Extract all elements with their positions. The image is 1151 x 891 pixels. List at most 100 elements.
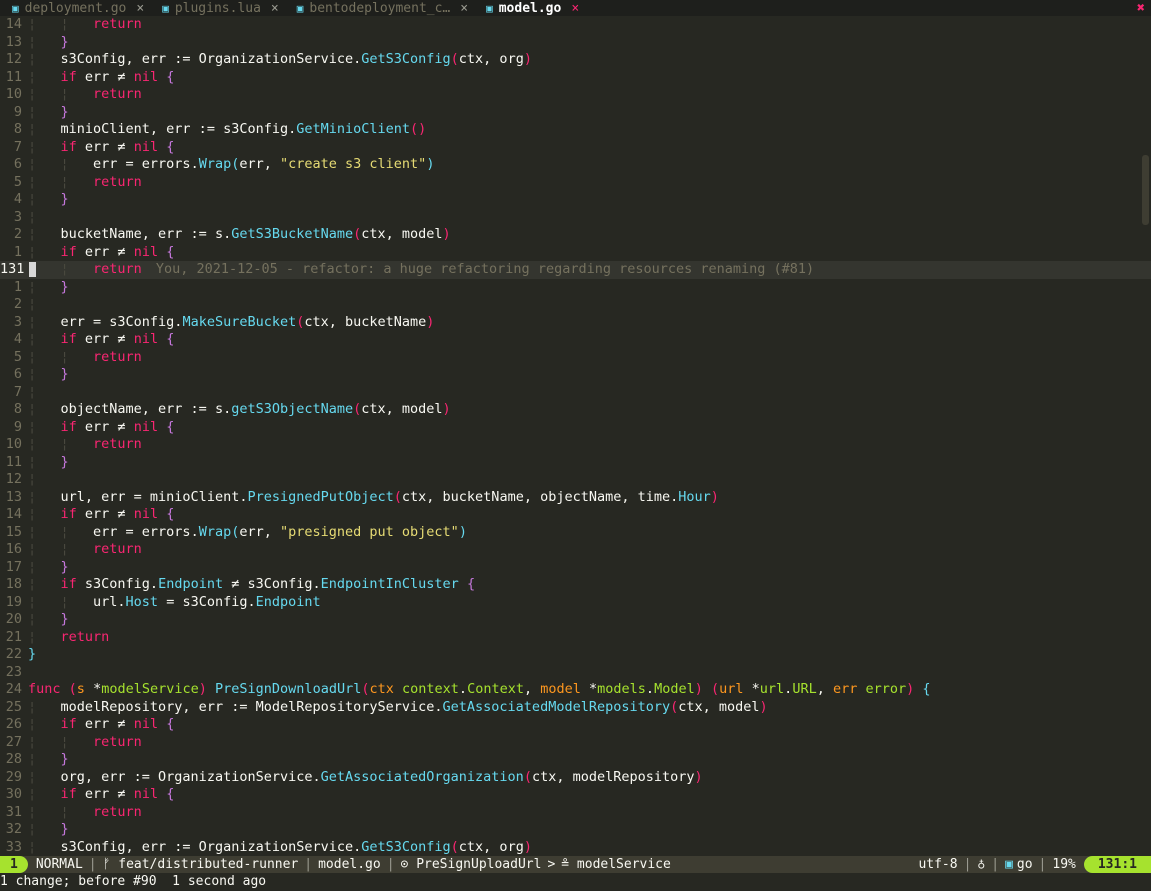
code-line[interactable]: 14 ¦ if err ≠ nil { [0, 506, 1151, 524]
code-token: ) [426, 156, 435, 172]
code-line[interactable]: 2 ¦ [0, 296, 1151, 314]
text-cursor [29, 262, 36, 277]
code-token: } [60, 33, 69, 50]
code-line[interactable]: 1 ¦ } [0, 279, 1151, 297]
code-line[interactable]: 6 ¦ } [0, 366, 1151, 384]
code-line[interactable]: 18 ¦ if s3Config.Endpoint ≠ s3Config.Endp… [0, 576, 1151, 594]
status-separator: | [88, 857, 97, 872]
code-token: ¦ [28, 226, 61, 242]
code-line[interactable]: 7 ¦ [0, 384, 1151, 402]
code-line[interactable]: 131 ¦ ¦ return You, 2021-12-05 - refactor:… [0, 261, 1151, 279]
tab-close-icon[interactable]: × [571, 1, 579, 16]
code-line[interactable]: 24 func (s *modelService) PreSignDownload… [0, 681, 1151, 699]
code-token: err ≠ [76, 506, 134, 522]
code-line[interactable]: 1 ¦ if err ≠ nil { [0, 244, 1151, 262]
code-line[interactable]: 30 ¦ if err ≠ nil { [0, 786, 1151, 804]
status-filename: model.go [318, 857, 381, 872]
line-number: 131 [0, 261, 25, 277]
code-line[interactable]: 19 ¦ ¦ url.Host = s3Config.Endpoint [0, 594, 1151, 612]
code-token: ¦ [28, 418, 61, 435]
code-line[interactable]: 3 ¦ err = s3Config.MakeSureBucket(ctx, bu… [0, 314, 1151, 332]
code-line[interactable]: 8 ¦ objectName, err := s.getS3ObjectName(… [0, 401, 1151, 419]
tab-1[interactable]: ▣ plugins.lua × [150, 0, 285, 16]
scrollbar-thumb[interactable] [1142, 155, 1149, 225]
code-token: return [93, 348, 142, 365]
code-line[interactable]: 29 ¦ org, err := OrganizationService.GetA… [0, 769, 1151, 787]
line-number: 31 [5, 803, 22, 820]
code-line[interactable]: 32 ¦ } [0, 821, 1151, 839]
code-line[interactable]: 14 ¦ ¦ return [0, 16, 1151, 34]
code-token: bucketName, err := s. [60, 226, 232, 242]
line-number: 25 [5, 698, 22, 715]
tab-label: bentodeployment_c… [309, 0, 451, 16]
code-token: ¦ [28, 313, 61, 330]
code-line[interactable]: 5 ¦ ¦ return [0, 174, 1151, 192]
code-line[interactable]: 10 ¦ ¦ return [0, 436, 1151, 454]
code-token: func [28, 681, 61, 697]
code-line[interactable]: 16 ¦ ¦ return [0, 541, 1151, 559]
code-line[interactable]: 31 ¦ ¦ return [0, 804, 1151, 822]
code-line[interactable]: 11 ¦ } [0, 454, 1151, 472]
file-type-icon: ▣ [12, 1, 19, 15]
line-number: 10 [5, 86, 22, 102]
code-line[interactable]: 3 ¦ [0, 209, 1151, 227]
code-line[interactable]: 4 ¦ } [0, 191, 1151, 209]
line-number: 14 [5, 16, 22, 32]
code-line[interactable]: 6 ¦ ¦ err = errors.Wrap(err, "create s3 c… [0, 156, 1151, 174]
code-token: GetS3BucketName [231, 226, 354, 242]
code-token: err ≠ [76, 243, 134, 260]
code-token: ¦ [28, 366, 61, 382]
code-line[interactable]: 4 ¦ if err ≠ nil { [0, 331, 1151, 349]
code-line[interactable]: 9 ¦ if err ≠ nil { [0, 419, 1151, 437]
code-line[interactable]: 11 ¦ if err ≠ nil { [0, 69, 1151, 87]
code-line[interactable]: 7 ¦ if err ≠ nil { [0, 139, 1151, 157]
line-number: 28 [5, 751, 22, 767]
tab-close-icon[interactable]: × [136, 1, 144, 16]
code-line[interactable]: 12 ¦ s3Config, err := OrganizationService… [0, 51, 1151, 69]
code-line[interactable]: 33 ¦ s3Config, err := OrganizationService… [0, 839, 1151, 857]
tab-3[interactable]: ▣ model.go × [474, 0, 585, 16]
code-token: err ≠ [76, 138, 134, 155]
code-token: ¦ ¦ [28, 541, 94, 557]
code-line[interactable]: 27 ¦ ¦ return [0, 734, 1151, 752]
code-line[interactable]: 15 ¦ ¦ err = errors.Wrap(err, "presigned … [0, 524, 1151, 542]
code-token: models [597, 681, 646, 697]
line-number: 32 [5, 821, 22, 837]
line-number: 11 [5, 453, 22, 470]
tab-close-icon[interactable]: × [460, 1, 468, 16]
code-line[interactable]: 26 ¦ if err ≠ nil { [0, 716, 1151, 734]
code-line[interactable]: 5 ¦ ¦ return [0, 349, 1151, 367]
code-line[interactable]: 2 ¦ bucketName, err := s.GetS3BucketName(… [0, 226, 1151, 244]
code-line[interactable]: 21 ¦ return [0, 629, 1151, 647]
code-token: = s3Config. [158, 593, 256, 610]
code-line[interactable]: 28 ¦ } [0, 751, 1151, 769]
line-number: 15 [5, 523, 22, 540]
code-line[interactable]: 20 ¦ } [0, 611, 1151, 629]
code-line[interactable]: 10 ¦ ¦ return [0, 86, 1151, 104]
code-line[interactable]: 8 ¦ minioClient, err := s3Config.GetMinio… [0, 121, 1151, 139]
tab-0[interactable]: ▣ deployment.go × [0, 0, 150, 16]
tab-close-icon[interactable]: × [271, 1, 279, 16]
tab-2[interactable]: ▣ bentodeployment_c… × [285, 0, 474, 16]
code-line[interactable]: 13 ¦ url, err = minioClient.PresignedPutO… [0, 489, 1151, 507]
code-line[interactable]: 9 ¦ } [0, 104, 1151, 122]
code-line[interactable]: 12 ¦ [0, 471, 1151, 489]
code-line[interactable]: 13 ¦ } [0, 34, 1151, 52]
code-editor[interactable]: 14 ¦ ¦ return 13 ¦ } 12 ¦ s3Config, err := Or… [0, 16, 1151, 856]
code-token: } [60, 278, 69, 295]
code-line[interactable]: 23 [0, 664, 1151, 682]
code-token: ¦ [28, 331, 61, 347]
code-line[interactable]: 17 ¦ } [0, 559, 1151, 577]
code-line[interactable]: 22} [0, 646, 1151, 664]
code-token: { [166, 243, 175, 260]
close-all-tabs-button[interactable]: ✖ [1137, 0, 1145, 16]
code-token: ( [523, 768, 532, 785]
line-number: 27 [5, 733, 22, 750]
mode-indicator: NORMAL [35, 857, 83, 872]
line-number: 11 [5, 68, 22, 85]
code-token: org, err := OrganizationService. [60, 768, 321, 785]
code-token: { [466, 576, 476, 592]
code-line[interactable]: 25 ¦ modelRepository, err := ModelReposit… [0, 699, 1151, 717]
file-encoding: utf-8 [918, 857, 958, 872]
